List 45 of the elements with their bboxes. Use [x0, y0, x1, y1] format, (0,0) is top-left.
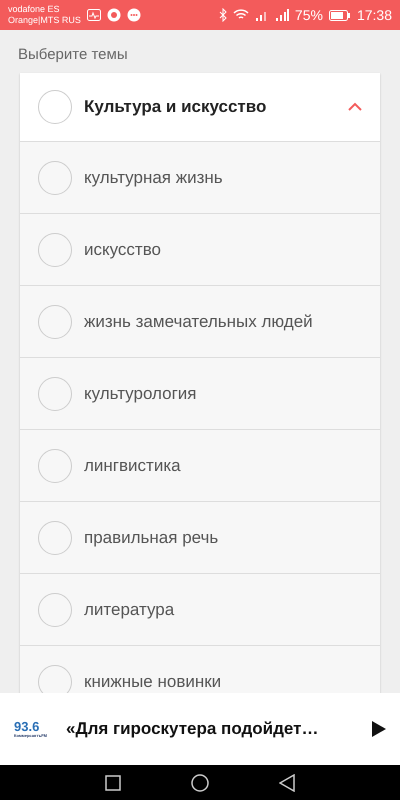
recents-button[interactable] [105, 774, 121, 790]
radio-button[interactable] [38, 520, 72, 554]
bluetooth-icon [218, 8, 227, 22]
home-button[interactable] [191, 774, 209, 792]
topic-row[interactable]: правильная речь [20, 501, 380, 573]
app-icon [106, 8, 121, 22]
topic-label: искусство [84, 240, 162, 260]
topic-row[interactable]: культурная жизнь [20, 141, 380, 213]
wifi-icon [232, 9, 249, 21]
topic-label: культурная жизнь [84, 168, 223, 188]
back-button[interactable] [279, 774, 295, 792]
chat-icon [126, 8, 141, 22]
topic-row[interactable]: лингвистика [20, 429, 380, 501]
topic-label: культурология [84, 384, 196, 404]
play-button[interactable] [372, 721, 386, 737]
topic-row[interactable]: литература [20, 573, 380, 645]
station-frequency: 93.6 [14, 720, 40, 733]
topic-label: книжные новинки [84, 672, 222, 692]
radio-button[interactable] [38, 304, 72, 338]
topic-row[interactable]: жизнь замечательных людей [20, 285, 380, 357]
radio-button[interactable] [38, 592, 72, 626]
radio-button[interactable] [38, 448, 72, 482]
clock: 17:38 [356, 7, 392, 23]
topic-label: лингвистика [84, 456, 181, 476]
battery-level: 75% [294, 7, 323, 23]
radio-button[interactable] [38, 90, 72, 124]
activity-icon [86, 9, 101, 21]
battery-icon [328, 10, 351, 20]
radio-button[interactable] [38, 160, 72, 194]
radio-button[interactable] [38, 376, 72, 410]
topic-row[interactable]: искусство [20, 213, 380, 285]
section-heading: Выберите темы [17, 45, 129, 65]
topic-label: литература [84, 600, 174, 620]
carrier-name: Orange|MTS RUS [8, 15, 81, 26]
carrier-name: vodafone ES [8, 4, 61, 15]
chevron-icon[interactable] [348, 102, 362, 112]
signal-icon [254, 9, 269, 21]
radio-button[interactable] [38, 232, 72, 266]
category-header[interactable]: Культура и искусство [20, 73, 380, 141]
track-title: «Для гироскутера подойдет… [66, 719, 320, 739]
signal-icon [274, 9, 289, 21]
topic-label: правильная речь [84, 528, 218, 548]
topic-label: жизнь замечательных людей [84, 312, 313, 332]
category-title: Культура и искусство [84, 97, 268, 117]
topic-row[interactable]: культурология [20, 357, 380, 429]
